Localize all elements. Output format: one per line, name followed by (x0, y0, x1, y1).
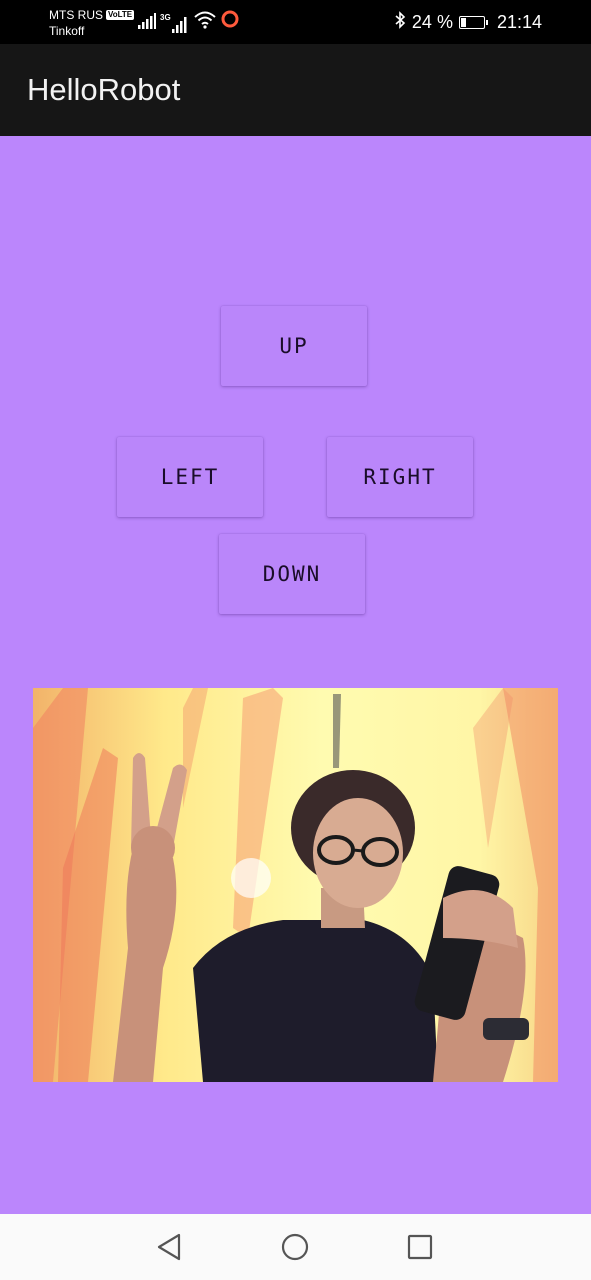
back-icon[interactable] (152, 1230, 186, 1264)
network-icons: 3G (138, 9, 240, 33)
home-icon[interactable] (278, 1230, 312, 1264)
left-button[interactable]: LEFT (117, 437, 263, 517)
status-bar: MTS RUS VoLTE Tinkoff 3G 24 % 21:14 (0, 0, 591, 44)
right-button[interactable]: RIGHT (327, 437, 473, 517)
signal-icon (138, 13, 156, 33)
carrier-info: MTS RUS VoLTE Tinkoff (49, 7, 135, 39)
wifi-icon (194, 11, 216, 33)
clock: 21:14 (496, 11, 542, 32)
volte-badge: VoLTE (106, 10, 135, 20)
carrier-name: MTS RUS (49, 8, 103, 22)
navigation-bar (0, 1214, 591, 1280)
up-button[interactable]: UP (221, 306, 367, 386)
app-title: HelloRobot (27, 72, 181, 107)
battery-percent: 24 % (411, 11, 453, 32)
camera-image (33, 688, 558, 1082)
bluetooth-icon (394, 10, 406, 34)
recents-icon[interactable] (403, 1230, 437, 1264)
system-icons: 24 % 21:14 (394, 10, 542, 34)
battery-level (460, 17, 466, 27)
app-bar: HelloRobot (0, 44, 591, 136)
signal-3g-icon: 3G (160, 13, 190, 33)
record-icon (220, 9, 240, 33)
secondary-carrier: Tinkoff (49, 24, 85, 38)
battery-icon (458, 15, 488, 29)
down-button[interactable]: DOWN (219, 534, 365, 614)
